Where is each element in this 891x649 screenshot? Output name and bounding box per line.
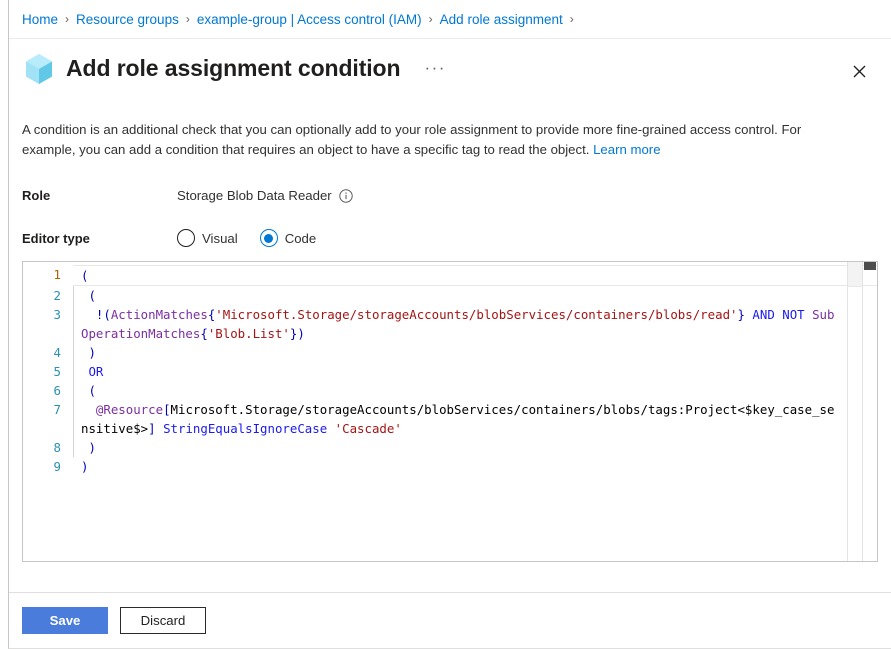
code-line-content[interactable]: OR bbox=[73, 362, 877, 381]
learn-more-link[interactable]: Learn more bbox=[593, 142, 660, 157]
editor-overview-ruler bbox=[848, 262, 862, 287]
code-line-number: 2 bbox=[23, 286, 73, 305]
code-token: ] bbox=[148, 421, 155, 436]
code-line[interactable]: 4 ) bbox=[23, 343, 877, 362]
page-title: Add role assignment condition bbox=[66, 55, 400, 82]
radio-visual[interactable]: Visual bbox=[177, 229, 238, 247]
radio-code-dot bbox=[264, 234, 273, 243]
indent-guide bbox=[73, 400, 74, 438]
editor-scrollbar-track[interactable] bbox=[863, 262, 877, 561]
breadcrumb-item-resource-groups[interactable]: Resource groups bbox=[76, 12, 179, 27]
code-line[interactable]: 5 OR bbox=[23, 362, 877, 381]
editor-decoration-line bbox=[847, 262, 848, 561]
code-token: AND NOT bbox=[745, 307, 812, 322]
indent-guide bbox=[73, 343, 74, 362]
code-line-number: 9 bbox=[23, 457, 73, 476]
code-line-number: 5 bbox=[23, 362, 73, 381]
code-token: ) bbox=[81, 345, 96, 360]
code-token: ( bbox=[81, 268, 88, 283]
indent-guide bbox=[73, 381, 74, 400]
action-bar: Save Discard bbox=[9, 592, 891, 648]
description-body: A condition is an additional check that … bbox=[22, 122, 801, 157]
breadcrumb-item-home[interactable]: Home bbox=[22, 12, 58, 27]
info-icon[interactable] bbox=[339, 189, 353, 203]
code-line-content[interactable]: @Resource[Microsoft.Storage/storageAccou… bbox=[73, 400, 877, 438]
blade-header: Add role assignment condition ··· bbox=[9, 39, 891, 95]
code-token: ( bbox=[81, 383, 96, 398]
role-label: Role bbox=[22, 188, 177, 203]
code-line-number: 3 bbox=[23, 305, 73, 343]
radio-code[interactable]: Code bbox=[260, 229, 317, 247]
editor-type-row: Editor type Visual Code bbox=[22, 229, 878, 247]
code-line-content[interactable]: ( bbox=[73, 265, 877, 286]
code-line-content[interactable]: ) bbox=[73, 438, 877, 457]
code-token: ) bbox=[81, 440, 96, 455]
code-line-number: 6 bbox=[23, 381, 73, 400]
editor-type-label: Editor type bbox=[22, 231, 177, 246]
condition-code-editor[interactable]: 1(2 (3 !(ActionMatches{'Microsoft.Storag… bbox=[22, 261, 878, 562]
code-line-content[interactable]: ) bbox=[73, 457, 877, 476]
close-icon[interactable] bbox=[845, 57, 873, 85]
code-token: ) bbox=[81, 459, 88, 474]
indent-guide bbox=[73, 305, 74, 343]
code-token: ActionMatches bbox=[111, 307, 208, 322]
indent-guide bbox=[73, 362, 74, 381]
code-line-content[interactable]: ) bbox=[73, 343, 877, 362]
breadcrumb-item-access-control[interactable]: example-group | Access control (IAM) bbox=[197, 12, 422, 27]
radio-code-label: Code bbox=[285, 231, 317, 246]
code-line-content[interactable]: !(ActionMatches { 'Microsoft.Storage/stora… bbox=[73, 305, 877, 343]
radio-visual-label: Visual bbox=[202, 231, 238, 246]
breadcrumb-item-add-role-assignment[interactable]: Add role assignment bbox=[440, 12, 563, 27]
code-line-number: 7 bbox=[23, 400, 73, 438]
code-line[interactable]: 6 ( bbox=[23, 381, 877, 400]
code-token: 'Microsoft.Storage/storageAccounts/blobS… bbox=[215, 307, 737, 322]
code-token: 'Cascade' bbox=[335, 421, 402, 436]
code-line-number: 8 bbox=[23, 438, 73, 457]
code-token: ) bbox=[297, 326, 304, 341]
blade-panel: Home › Resource groups › example-group |… bbox=[8, 0, 891, 649]
breadcrumb-separator: › bbox=[65, 12, 69, 26]
role-value: Storage Blob Data Reader bbox=[177, 188, 332, 203]
code-line-number: 4 bbox=[23, 343, 73, 362]
code-line-content[interactable]: ( bbox=[73, 381, 877, 400]
code-line[interactable]: 7 @Resource[Microsoft.Storage/storageAcc… bbox=[23, 400, 877, 438]
code-token bbox=[81, 402, 96, 417]
role-value-container: Storage Blob Data Reader bbox=[177, 188, 353, 203]
code-line[interactable]: 1( bbox=[23, 265, 877, 286]
code-line[interactable]: 8 ) bbox=[23, 438, 877, 457]
code-lines-container[interactable]: 1(2 (3 !(ActionMatches{'Microsoft.Storag… bbox=[23, 262, 877, 561]
more-options-button[interactable]: ··· bbox=[418, 59, 451, 77]
indent-guide bbox=[73, 286, 74, 305]
code-token: ( bbox=[81, 288, 96, 303]
role-row: Role Storage Blob Data Reader bbox=[22, 188, 878, 203]
code-token: StringEqualsIgnoreCase bbox=[156, 421, 335, 436]
code-token: @Resource bbox=[96, 402, 163, 417]
editor-type-radio-group: Visual Code bbox=[177, 229, 338, 247]
radio-visual-circle[interactable] bbox=[177, 229, 195, 247]
code-token: { bbox=[200, 326, 207, 341]
save-button[interactable]: Save bbox=[22, 607, 108, 634]
code-line[interactable]: 2 ( bbox=[23, 286, 877, 305]
breadcrumb-separator: › bbox=[570, 12, 574, 26]
code-line[interactable]: 9) bbox=[23, 457, 877, 476]
indent-guide bbox=[73, 438, 74, 457]
code-token: } bbox=[737, 307, 744, 322]
code-token: OR bbox=[88, 364, 103, 379]
code-line-number: 1 bbox=[23, 265, 73, 286]
description-text: A condition is an additional check that … bbox=[22, 120, 857, 160]
code-line-content[interactable]: ( bbox=[73, 286, 877, 305]
code-line[interactable]: 3 !(ActionMatches { 'Microsoft.Storage/sto… bbox=[23, 305, 877, 343]
blade-content: A condition is an additional check that … bbox=[9, 95, 891, 592]
code-token: [ bbox=[163, 402, 170, 417]
radio-code-circle[interactable] bbox=[260, 229, 278, 247]
breadcrumb: Home › Resource groups › example-group |… bbox=[9, 0, 891, 39]
code-token: 'Blob.List' bbox=[208, 326, 290, 341]
breadcrumb-separator: › bbox=[429, 12, 433, 26]
cube-icon bbox=[22, 51, 56, 85]
discard-button[interactable]: Discard bbox=[120, 607, 206, 634]
breadcrumb-separator: › bbox=[186, 12, 190, 26]
editor-scrollbar-thumb[interactable] bbox=[864, 262, 876, 270]
code-token: !( bbox=[81, 307, 111, 322]
